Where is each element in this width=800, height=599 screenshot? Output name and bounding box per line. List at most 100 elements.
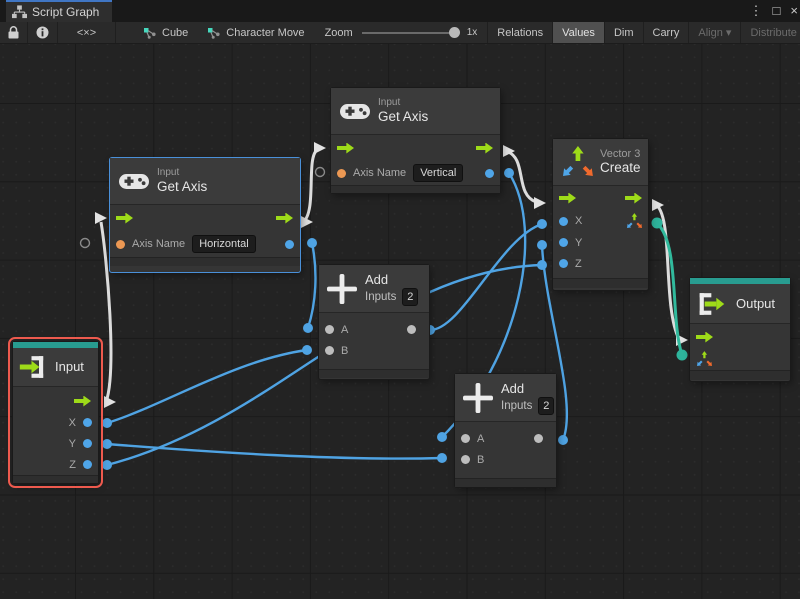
toolbar-toggles: Relations Values Dim Carry Align ▾ Distr… (487, 22, 800, 44)
zoom-label: Zoom (325, 27, 353, 39)
x-port[interactable] (559, 217, 568, 226)
node-title: Input (55, 359, 84, 375)
node-add-1[interactable]: Add Inputs 2 A B (319, 265, 429, 379)
info-icon (36, 26, 49, 39)
node-vector3-create[interactable]: Vector 3 Create X Y (553, 139, 648, 290)
flow-in-port[interactable] (696, 332, 713, 343)
port-label: Y (69, 438, 76, 450)
port-label: Z (69, 459, 76, 471)
port-label: A (477, 433, 484, 445)
inputs-count-field[interactable]: 2 (538, 397, 554, 415)
z-port[interactable] (559, 259, 568, 268)
input-icon (19, 355, 49, 379)
z-out-port[interactable] (83, 460, 92, 469)
toggle-relations[interactable]: Relations (487, 22, 552, 44)
graph-hierarchy-icon (12, 5, 27, 19)
port-label: B (341, 345, 348, 357)
node-title: Output (736, 296, 775, 312)
menu-kebab-icon[interactable]: ⋮ (750, 0, 763, 22)
flow-out-port[interactable] (74, 396, 91, 407)
graph-toolbar: <×> Cube Character Move Zoom (0, 22, 800, 44)
axis-name-port[interactable] (337, 169, 346, 178)
node-subtitle: Input (378, 97, 428, 109)
node-subtitle: Input (157, 167, 207, 179)
port-label: A (341, 324, 348, 336)
info-button[interactable] (28, 22, 58, 44)
output-icon (698, 292, 728, 316)
port-label: B (477, 454, 484, 466)
b-port[interactable] (325, 346, 334, 355)
result-port[interactable] (485, 169, 494, 178)
port-label: Axis Name (132, 238, 185, 250)
port-label: X (575, 215, 582, 227)
node-get-axis-vertical[interactable]: Input Get Axis Axis Name Vertical (331, 88, 500, 193)
node-subtitle: Vector 3 (600, 148, 641, 160)
port-label: Z (575, 258, 582, 270)
a-port[interactable] (325, 325, 334, 334)
zoom-slider[interactable] (362, 32, 458, 34)
code-view-label: <×> (77, 27, 96, 39)
node-title: Create (600, 160, 641, 176)
y-port[interactable] (559, 238, 568, 247)
vector3-output-port[interactable] (626, 213, 642, 229)
close-icon[interactable]: × (790, 0, 798, 22)
flow-in-port[interactable] (559, 193, 576, 204)
tab-script-graph[interactable]: Script Graph (6, 0, 112, 22)
add-icon (327, 274, 357, 304)
inputs-label: Inputs (501, 400, 532, 412)
sum-port[interactable] (534, 434, 543, 443)
node-graph-input[interactable]: Input X Y Z (13, 342, 98, 483)
axis-name-field[interactable]: Vertical (413, 164, 463, 182)
node-add-2[interactable]: Add Inputs 2 A B (455, 374, 556, 487)
vector3-icon (560, 144, 594, 180)
toggle-dim[interactable]: Dim (604, 22, 643, 44)
inputs-label: Inputs (365, 291, 396, 303)
zoom-value: 1x (467, 27, 478, 38)
flow-out-port[interactable] (625, 193, 642, 204)
b-port[interactable] (461, 455, 470, 464)
vector3-input-port[interactable] (696, 351, 712, 367)
result-port[interactable] (285, 240, 294, 249)
node-graph-output[interactable]: Output (690, 278, 790, 381)
flow-out-port[interactable] (276, 213, 293, 224)
lock-button[interactable] (0, 22, 28, 44)
flow-out-port[interactable] (476, 143, 493, 154)
breadcrumb-character-move[interactable]: Character Move (198, 22, 314, 44)
gamepad-icon (340, 102, 370, 121)
inputs-count-field[interactable]: 2 (402, 288, 418, 306)
menu-distribute[interactable]: Distribute ▾ (740, 22, 800, 44)
node-title: Add (501, 381, 554, 397)
node-title: Add (365, 272, 418, 288)
menu-align[interactable]: Align ▾ (688, 22, 740, 44)
axis-name-field[interactable]: Horizontal (192, 235, 256, 253)
maximize-icon[interactable]: □ (773, 0, 781, 22)
breadcrumb-character-move-label: Character Move (226, 27, 304, 39)
axis-name-port[interactable] (116, 240, 125, 249)
breadcrumb-cube-label: Cube (162, 27, 188, 39)
breadcrumb-cube[interactable]: Cube (134, 22, 198, 44)
add-icon (463, 383, 493, 413)
flow-in-port[interactable] (116, 213, 133, 224)
toggle-carry[interactable]: Carry (643, 22, 689, 44)
node-get-axis-horizontal[interactable]: Input Get Axis Axis Name Horizontal (110, 158, 300, 272)
unity-visual-scripting-window: Script Graph ⋮ □ × <×> (0, 0, 800, 599)
zoom-slider-knob[interactable] (449, 27, 460, 38)
flow-in-port[interactable] (337, 143, 354, 154)
tab-label: Script Graph (32, 5, 99, 19)
window-controls: ⋮ □ × (750, 0, 798, 22)
a-port[interactable] (461, 434, 470, 443)
port-label: X (69, 417, 76, 429)
node-title: Get Axis (378, 109, 428, 125)
x-out-port[interactable] (83, 418, 92, 427)
zoom-control: Zoom 1x (315, 22, 488, 44)
sum-port[interactable] (407, 325, 416, 334)
code-view-button[interactable]: <×> (58, 22, 116, 44)
lock-icon (8, 26, 19, 39)
port-label: Axis Name (353, 167, 406, 179)
toggle-values[interactable]: Values (552, 22, 604, 44)
node-title: Get Axis (157, 179, 207, 195)
tab-bar: Script Graph ⋮ □ × (0, 0, 800, 22)
gamepad-icon (119, 172, 149, 191)
port-label: Y (575, 237, 582, 249)
y-out-port[interactable] (83, 439, 92, 448)
